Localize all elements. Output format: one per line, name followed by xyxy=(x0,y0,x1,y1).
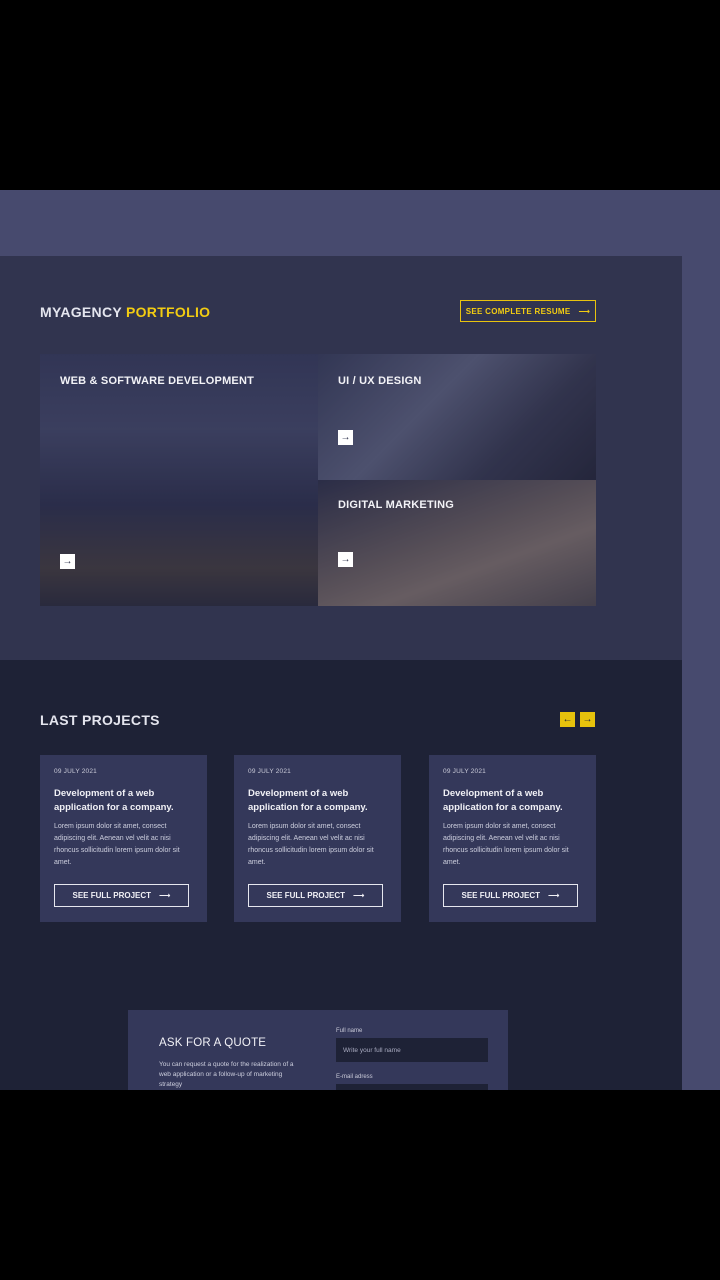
email-label: E-mail adress xyxy=(336,1074,373,1080)
project-card: 09 JULY 2021 Development of a web applic… xyxy=(429,755,596,922)
page-viewport: MYAGENCY PORTFOLIO SEE COMPLETE RESUME ⟶… xyxy=(0,190,720,1090)
tile-label: DIGITAL MARKETING xyxy=(338,499,455,511)
resume-button-label: SEE COMPLETE RESUME xyxy=(465,306,571,316)
arrow-right-icon[interactable]: → xyxy=(338,552,353,567)
project-date: 09 JULY 2021 xyxy=(443,768,486,775)
arrow-right-icon[interactable]: → xyxy=(580,712,595,727)
arrow-left-icon[interactable]: ← xyxy=(560,712,575,727)
cta-label: SEE FULL PROJECT xyxy=(266,891,346,900)
tile-ui-ux-design[interactable]: UI / UX DESIGN → xyxy=(318,354,596,480)
portfolio-tiles: WEB & SOFTWARE DEVELOPMENT → UI / UX DES… xyxy=(40,354,596,606)
arrow-right-icon: ⟶ xyxy=(353,891,365,900)
tile-label: UI / UX DESIGN xyxy=(338,375,422,387)
fullname-placeholder: Write your full name xyxy=(343,1046,401,1054)
see-complete-resume-button[interactable]: SEE COMPLETE RESUME ⟶ xyxy=(460,300,596,322)
arrow-right-icon: ⟶ xyxy=(159,891,171,900)
portfolio-title: MYAGENCY PORTFOLIO xyxy=(40,304,210,320)
cta-label: SEE FULL PROJECT xyxy=(72,891,152,900)
project-card: 09 JULY 2021 Development of a web applic… xyxy=(40,755,207,922)
projects-title: LAST PROJECTS xyxy=(40,712,160,728)
fullname-label: Full name xyxy=(336,1028,363,1034)
quote-title: ASK FOR A QUOTE xyxy=(159,1037,267,1049)
project-card: 09 JULY 2021 Development of a web applic… xyxy=(234,755,401,922)
project-date: 09 JULY 2021 xyxy=(54,768,97,775)
see-full-project-button[interactable]: SEE FULL PROJECT ⟶ xyxy=(54,884,189,907)
tile-digital-marketing[interactable]: DIGITAL MARKETING → xyxy=(318,480,596,606)
tile-label: WEB & SOFTWARE DEVELOPMENT xyxy=(60,375,255,387)
portfolio-title-prefix: MYAGENCY xyxy=(40,304,122,320)
project-date: 09 JULY 2021 xyxy=(248,768,291,775)
see-full-project-button[interactable]: SEE FULL PROJECT ⟶ xyxy=(248,884,383,907)
carousel-controls: ← → xyxy=(560,712,595,727)
project-description: Lorem ipsum dolor sit amet, consect adip… xyxy=(248,823,374,866)
fullname-input[interactable]: Write your full name xyxy=(336,1038,488,1062)
email-input[interactable] xyxy=(336,1084,488,1090)
project-title: Development of a web application for a c… xyxy=(248,788,368,813)
project-title: Development of a web application for a c… xyxy=(54,788,174,813)
tile-web-software-development[interactable]: WEB & SOFTWARE DEVELOPMENT → xyxy=(40,354,318,606)
project-description: Lorem ipsum dolor sit amet, consect adip… xyxy=(54,823,180,866)
portfolio-title-accent: PORTFOLIO xyxy=(125,304,211,320)
quote-description: You can request a quote for the realizat… xyxy=(159,1061,294,1088)
arrow-right-icon[interactable]: → xyxy=(60,554,75,569)
arrow-right-icon: ⟶ xyxy=(578,306,591,316)
last-projects-section: LAST PROJECTS ← → 09 JULY 2021 Developme… xyxy=(0,660,682,1090)
see-full-project-button[interactable]: SEE FULL PROJECT ⟶ xyxy=(443,884,578,907)
cta-label: SEE FULL PROJECT xyxy=(461,891,541,900)
portfolio-section: MYAGENCY PORTFOLIO SEE COMPLETE RESUME ⟶… xyxy=(0,256,682,660)
arrow-right-icon: ⟶ xyxy=(548,891,560,900)
project-description: Lorem ipsum dolor sit amet, consect adip… xyxy=(443,823,569,866)
arrow-right-icon[interactable]: → xyxy=(338,430,353,445)
quote-form: ASK FOR A QUOTE You can request a quote … xyxy=(128,1010,508,1090)
project-title: Development of a web application for a c… xyxy=(443,788,563,813)
